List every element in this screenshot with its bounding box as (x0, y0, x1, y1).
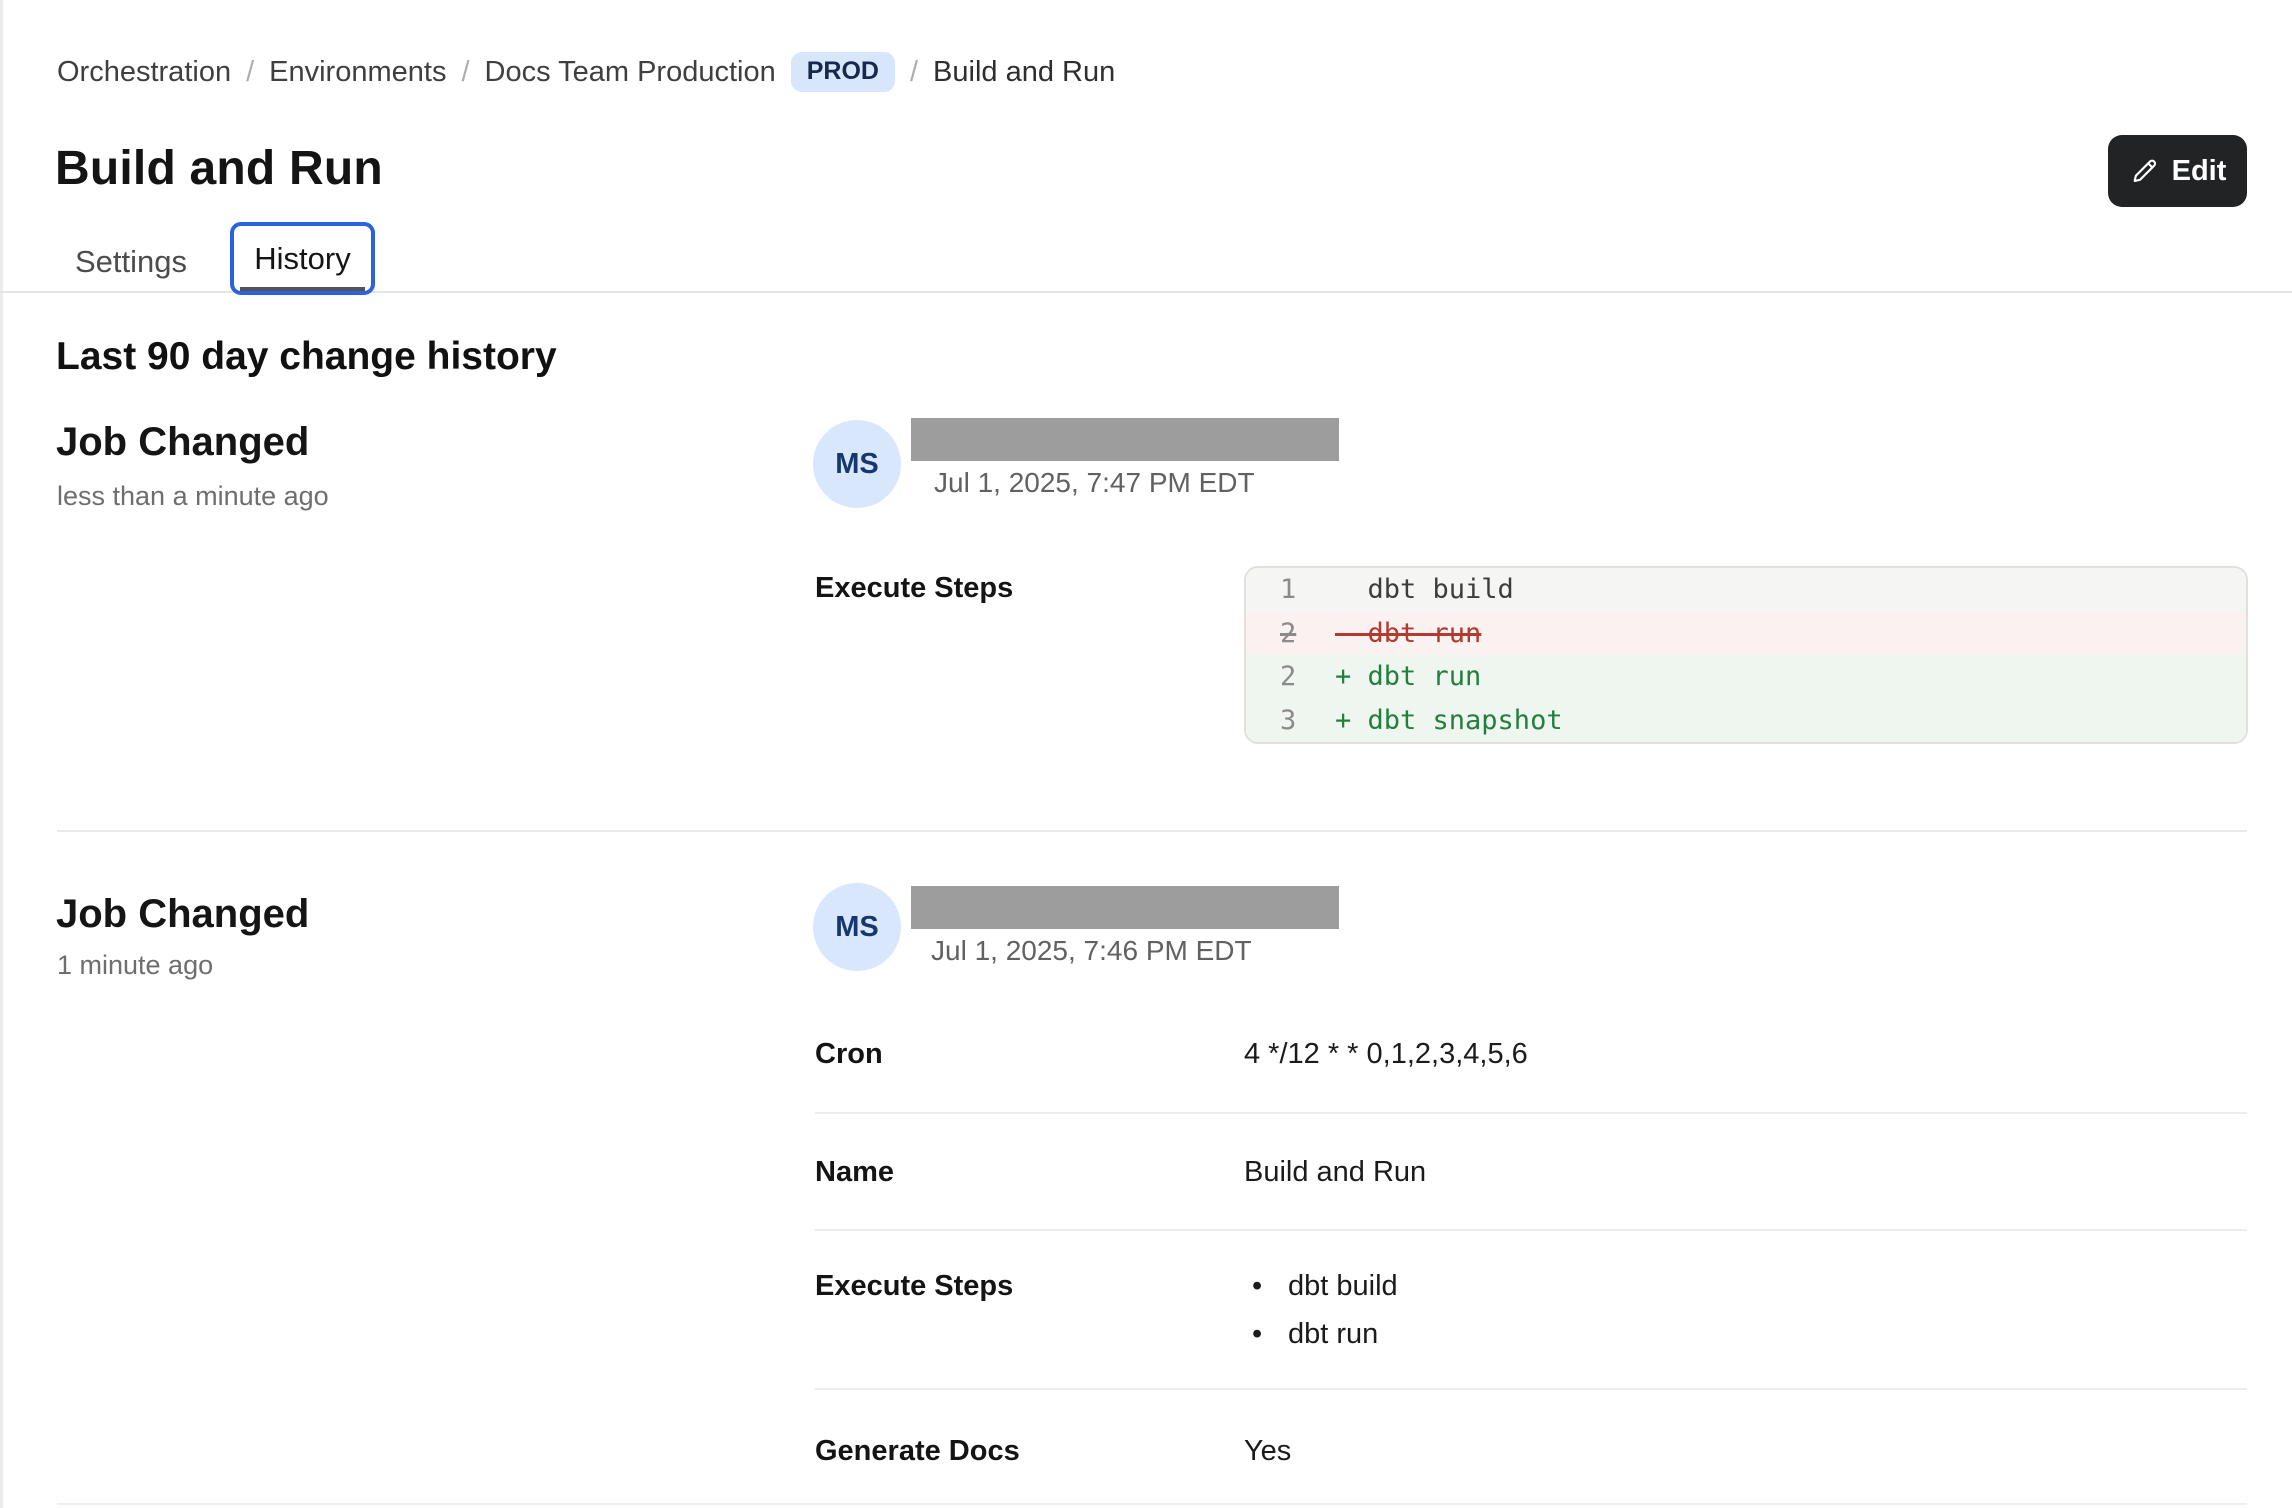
redacted-user-name-bar (911, 886, 1339, 929)
diff-row-added: 2+ dbt run (1246, 655, 2246, 699)
change-entry-2-time-ago: 1 minute ago (57, 950, 213, 981)
list-item-label: dbt run (1288, 1318, 1378, 1351)
row-divider (815, 1229, 2247, 1231)
entry-divider (57, 830, 2247, 832)
redacted-user-name-bar (911, 418, 1339, 461)
breadcrumb-item-environments[interactable]: Environments (269, 56, 446, 89)
bullet-icon: • (1252, 1318, 1288, 1351)
field-label-execute-steps: Execute Steps (815, 572, 1013, 605)
row-divider (815, 1388, 2247, 1390)
breadcrumb-item-environment-name[interactable]: Docs Team Production (485, 56, 776, 89)
execute-steps-list: •dbt build •dbt run (1252, 1270, 1398, 1351)
section-title: Last 90 day change history (56, 335, 557, 379)
breadcrumb-separator: / (910, 56, 918, 89)
field-label-execute-steps: Execute Steps (815, 1270, 1013, 1303)
diff-code: - dbt run (1335, 612, 1481, 656)
diff-code: dbt build (1335, 568, 1514, 612)
breadcrumb-separator: / (246, 56, 254, 89)
bullet-icon: • (1252, 1270, 1288, 1303)
list-item-label: dbt build (1288, 1270, 1398, 1303)
diff-line-number: 2 (1280, 655, 1335, 699)
viewport-left-edge-line (0, 0, 3, 1508)
diff-row-context: 1 dbt build (1246, 568, 2246, 612)
change-entry-1-time-ago: less than a minute ago (57, 481, 329, 512)
pencil-icon (2129, 156, 2159, 186)
field-value-name: Build and Run (1244, 1156, 1426, 1189)
diff-row-added: 3+ dbt snapshot (1246, 699, 2246, 743)
diff-line-number: 2 (1280, 612, 1335, 656)
change-entry-2-event-title: Job Changed (56, 892, 309, 937)
breadcrumb-item-current: Build and Run (933, 56, 1115, 89)
field-label-cron: Cron (815, 1038, 883, 1071)
row-divider (815, 1112, 2247, 1114)
change-entry-1-event-title: Job Changed (56, 420, 309, 465)
field-label-name: Name (815, 1156, 894, 1189)
diff-line-number: 1 (1280, 568, 1335, 612)
field-label-generate-docs: Generate Docs (815, 1435, 1020, 1468)
breadcrumb: Orchestration / Environments / Docs Team… (57, 50, 1115, 94)
list-item: •dbt run (1252, 1318, 1398, 1351)
change-entry-1-timestamp: Jul 1, 2025, 7:47 PM EDT (934, 467, 1255, 499)
edit-button-label: Edit (2172, 155, 2227, 188)
field-value-cron: 4 */12 * * 0,1,2,3,4,5,6 (1244, 1038, 1528, 1071)
change-entry-2-timestamp: Jul 1, 2025, 7:46 PM EDT (931, 935, 1252, 967)
tab-history[interactable]: History (230, 222, 375, 295)
list-item: •dbt build (1252, 1270, 1398, 1303)
avatar: MS (813, 883, 901, 971)
breadcrumb-separator: / (461, 56, 469, 89)
page-title: Build and Run (55, 141, 383, 196)
row-divider (57, 1503, 2247, 1505)
edit-button[interactable]: Edit (2108, 135, 2247, 207)
breadcrumb-item-orchestration[interactable]: Orchestration (57, 56, 231, 89)
diff-code: + dbt run (1335, 655, 1481, 699)
diff-row-removed: 2- dbt run (1246, 612, 2246, 656)
avatar: MS (813, 420, 901, 508)
field-value-generate-docs: Yes (1244, 1435, 1291, 1468)
tab-settings[interactable]: Settings (57, 236, 205, 288)
diff-line-number: 3 (1280, 699, 1335, 743)
diff-code: + dbt snapshot (1335, 699, 1563, 743)
prod-environment-badge: PROD (791, 52, 895, 92)
execute-steps-diff-block: 1 dbt build 2- dbt run 2+ dbt run 3+ dbt… (1244, 566, 2248, 744)
